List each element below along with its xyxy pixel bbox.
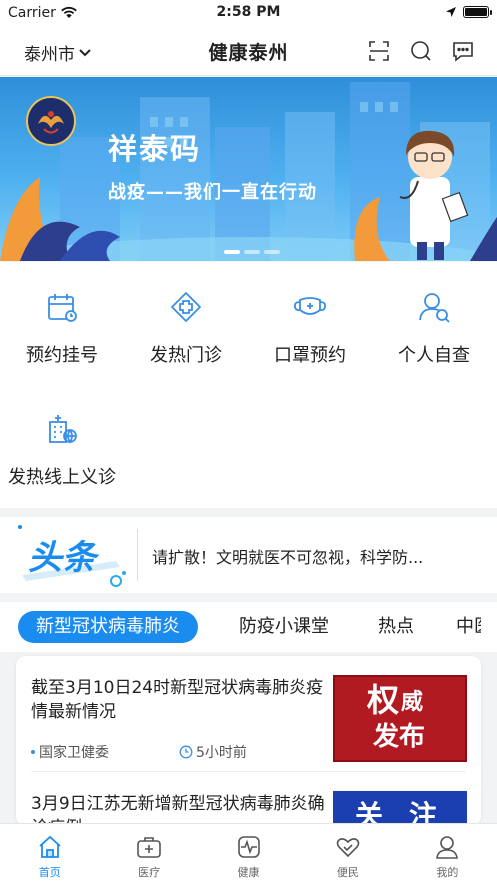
tabbar-health[interactable]: 健康 (199, 824, 298, 883)
tabbar-label: 医疗 (138, 866, 161, 879)
carousel-dot[interactable] (224, 250, 240, 254)
location-arrow-icon (446, 7, 456, 17)
tabbar-profile[interactable]: 我的 (398, 824, 497, 883)
headline-text[interactable]: 请扩散！文明就医不可忽视，科学防... (152, 544, 423, 568)
tabbar-label: 首页 (38, 866, 61, 879)
city-label: 泰州市 (24, 45, 75, 65)
wifi-icon (61, 6, 77, 18)
scan-icon[interactable] (367, 39, 391, 63)
news-title[interactable]: 3月9日江苏无新增新型冠状病毒肺炎确诊病例 (31, 792, 331, 826)
battery-icon (463, 6, 492, 18)
service-fever-clinic[interactable]: 发热门诊 (124, 290, 248, 367)
news-item[interactable]: 截至3月10日24时新型冠状病毒肺炎疫情最新情况 国家卫健委 5小时前 权 威 … (16, 656, 481, 772)
mask-icon (293, 297, 327, 315)
calendar-icon (48, 294, 77, 322)
service-mask-booking[interactable]: 口罩预约 (248, 290, 372, 367)
toutiao-logo: 头条 (18, 525, 126, 587)
chevron-down-icon (79, 48, 91, 56)
heart-hand-icon (336, 838, 360, 858)
tabs-scroll: 新型冠状病毒肺炎 防疫小课堂 热点 中医 (0, 602, 481, 652)
news-list: 截至3月10日24时新型冠状病毒肺炎疫情最新情况 国家卫健委 5小时前 权 威 … (16, 656, 481, 826)
svg-text:关: 关 (355, 799, 383, 826)
news-time: 5小时前 (196, 745, 247, 761)
news-item[interactable]: 3月9日江苏无新增新型冠状病毒肺炎确诊病例 关 注 (16, 772, 481, 826)
banner-subline: 战疫——我们一直在行动 (108, 182, 317, 203)
service-appointment[interactable]: 预约挂号 (0, 290, 124, 367)
promo-banner[interactable]: 祥泰码 战疫——我们一直在行动 (0, 77, 497, 261)
tab-tcm[interactable]: 中医 (456, 611, 481, 643)
bottom-tab-bar: 首页 医疗 健康 便民 我的 (0, 823, 497, 883)
toutiao-logo-text: 头条 (28, 538, 100, 578)
tabbar-label: 便民 (336, 866, 359, 879)
attention-graphic: 关 注 (333, 791, 467, 826)
clock-icon (179, 745, 193, 759)
search-icon[interactable] (409, 39, 433, 63)
banner-headline: 祥泰码 (108, 132, 202, 166)
city-seal-logo (26, 96, 76, 146)
tab-hot[interactable]: 热点 (378, 611, 414, 643)
medical-kit-icon (137, 837, 161, 858)
service-grid: 预约挂号 发热门诊 口罩预约 个人自查 发热线上义诊 (0, 262, 497, 508)
svg-text:注: 注 (409, 799, 437, 826)
news-thumbnail[interactable]: 关 注 (333, 791, 467, 826)
city-selector[interactable]: 泰州市 (24, 40, 92, 65)
tab-covid[interactable]: 新型冠状病毒肺炎 (18, 611, 198, 643)
tabbar-label: 我的 (436, 866, 459, 879)
service-label: 预约挂号 (26, 345, 98, 366)
medical-cross-icon (171, 292, 201, 322)
service-label: 发热线上义诊 (8, 467, 116, 488)
source-dot (31, 750, 35, 754)
news-thumbnail[interactable]: 权 威 发布 (333, 675, 467, 762)
svg-text:权: 权 (366, 681, 399, 719)
svg-text:威: 威 (401, 689, 423, 715)
news-title[interactable]: 截至3月10日24时新型冠状病毒肺炎疫情最新情况 (31, 676, 331, 724)
tabbar-label: 健康 (237, 866, 260, 879)
tabbar-home[interactable]: 首页 (0, 824, 99, 883)
svg-text:发布: 发布 (372, 721, 425, 752)
status-right (445, 6, 492, 18)
tabbar-convenience[interactable]: 便民 (298, 824, 397, 883)
category-tabs: 新型冠状病毒肺炎 防疫小课堂 热点 中医 (0, 602, 497, 652)
nav-actions (367, 39, 475, 63)
authority-release-graphic: 权 威 发布 (333, 675, 467, 762)
hospital-globe-icon (49, 415, 77, 444)
tab-prevention-class[interactable]: 防疫小课堂 (239, 611, 329, 643)
tabbar-medical[interactable]: 医疗 (99, 824, 198, 883)
service-label: 个人自查 (398, 345, 470, 366)
home-icon (39, 835, 61, 858)
profile-icon (436, 836, 459, 859)
status-bar: Carrier 2:58 PM (0, 0, 497, 26)
news-source: 国家卫健委 (39, 745, 109, 761)
service-self-check[interactable]: 个人自查 (372, 290, 496, 367)
app-screen: Carrier 2:58 PM 泰州市 健康泰州 祥泰码 战疫——我们一直在行动… (0, 0, 497, 883)
service-label: 发热门诊 (150, 345, 222, 366)
message-icon[interactable] (451, 39, 475, 63)
carousel-dot[interactable] (244, 250, 260, 254)
heartbeat-icon (237, 836, 260, 858)
service-label: 口罩预约 (274, 345, 346, 366)
carousel-indicator (224, 250, 280, 254)
news-meta: 国家卫健委 5小时前 (31, 742, 247, 762)
service-online-consult[interactable]: 发热线上义诊 (0, 412, 124, 489)
divider (137, 529, 138, 581)
top-nav-bar: 泰州市 健康泰州 (0, 26, 497, 76)
carousel-dot[interactable] (264, 250, 280, 254)
user-search-icon (419, 293, 450, 323)
headline-news-strip[interactable]: 头条 请扩散！文明就医不可忽视，科学防... (0, 517, 497, 593)
